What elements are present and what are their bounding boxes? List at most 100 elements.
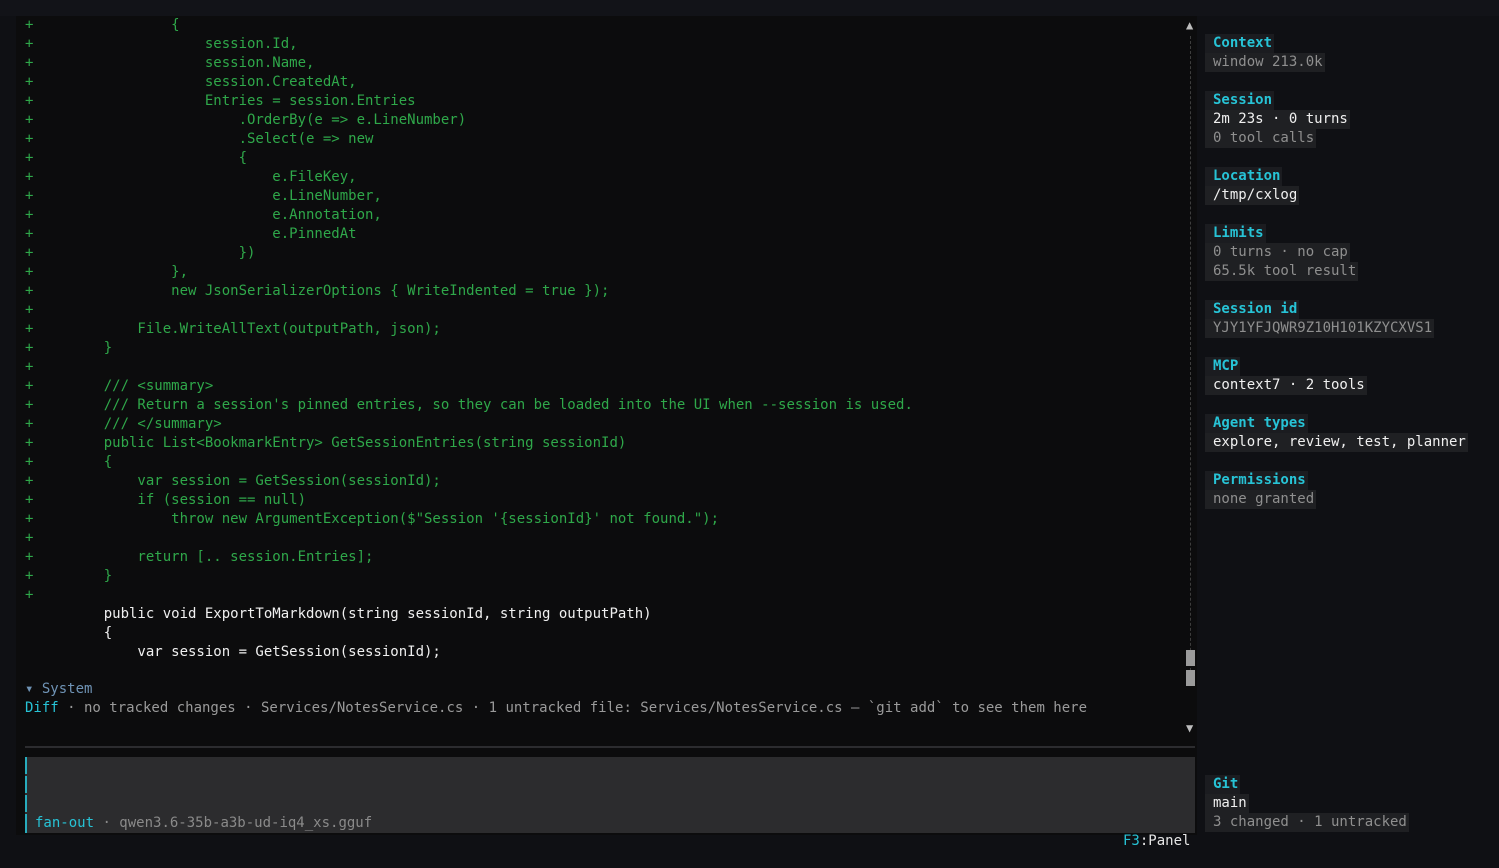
diff-line: + { [25, 453, 1185, 472]
diff-line-text: /// <summary> [70, 378, 214, 394]
diff-line-text: } [70, 568, 113, 584]
diff-line: + [25, 358, 1185, 377]
diff-marker: + [25, 530, 34, 546]
input-separator [25, 746, 1195, 748]
session-id-section: Session id YJY1YFJQWR9Z10H101KZYCXVS1 [1205, 300, 1435, 338]
permissions-section: Permissions none granted [1205, 471, 1317, 509]
diff-line-text: var session = GetSession(sessionId); [70, 644, 441, 660]
diff-marker: + [25, 207, 34, 223]
diff-line: var session = GetSession(sessionId); [25, 643, 1185, 662]
system-section-toggle[interactable]: ▾ System [25, 680, 92, 699]
context-window: window 213.0k [1205, 53, 1325, 72]
diff-line: + .OrderBy(e => e.LineNumber) [25, 111, 1185, 130]
diff-line: { [25, 624, 1185, 643]
diff-line: + e.LineNumber, [25, 187, 1185, 206]
context-title: Context [1205, 34, 1275, 53]
diff-status-line: Diff · no tracked changes · Services/Not… [25, 699, 1087, 718]
git-changes: 3 changed · 1 untracked [1205, 813, 1409, 832]
panel-toggle-key: F3 [1123, 833, 1140, 849]
scrollbar-thumb[interactable] [1186, 670, 1195, 687]
diff-line-text: session.Id, [70, 36, 298, 52]
diff-marker: + [25, 93, 34, 109]
diff-line: + session.Id, [25, 35, 1185, 54]
diff-line-text: new JsonSerializerOptions { WriteIndente… [70, 283, 610, 299]
scroll-up-arrow-icon[interactable]: ▲ [1186, 17, 1193, 33]
diff-marker: + [25, 340, 34, 356]
terminal-app: + {+ session.Id, + session.Name, + session… [0, 0, 1499, 868]
diff-line-text: { [70, 17, 180, 33]
diff-line-text: { [70, 625, 113, 641]
diff-marker: + [25, 378, 34, 394]
diff-line: + [25, 529, 1185, 548]
diff-marker [25, 624, 70, 643]
diff-marker: + [25, 283, 34, 299]
diff-line-text: Entries = session.Entries [70, 93, 416, 109]
diff-line-text: }) [70, 245, 256, 261]
diff-marker: + [25, 264, 34, 280]
session-section: Session 2m 23s · 0 turns 0 tool calls [1205, 91, 1350, 148]
diff-line-text: public List<BookmarkEntry> GetSessionEnt… [70, 435, 627, 451]
session-id-title: Session id [1205, 300, 1300, 319]
session-tool-calls: 0 tool calls [1205, 129, 1317, 148]
diff-line-text: } [70, 340, 113, 356]
diff-line: + public List<BookmarkEntry> GetSessionE… [25, 434, 1185, 453]
diff-marker: + [25, 473, 34, 489]
diff-marker [25, 643, 70, 662]
diff-line: + }) [25, 244, 1185, 263]
main-pane: + {+ session.Id, + session.Name, + session… [16, 16, 1197, 835]
agent-types-section: Agent types explore, review, test, plann… [1205, 414, 1468, 452]
diff-line-text: /// </summary> [70, 416, 222, 432]
scrollbar-track[interactable] [1190, 36, 1192, 686]
permissions-title: Permissions [1205, 471, 1308, 490]
location-section: Location /tmp/cxlog [1205, 167, 1300, 205]
diff-marker: + [25, 492, 34, 508]
agent-types-value: explore, review, test, planner [1205, 433, 1468, 452]
diff-line: + /// <summary> [25, 377, 1185, 396]
mcp-section: MCP context7 · 2 tools [1205, 357, 1367, 395]
limits-section: Limits 0 turns · no cap 65.5k tool resul… [1205, 224, 1359, 281]
side-panel: Context window 213.0k Session 2m 23s · 0… [1205, 0, 1499, 868]
diff-marker: + [25, 188, 34, 204]
session-title: Session [1205, 91, 1275, 110]
diff-line: + throw new ArgumentException($"Session … [25, 510, 1185, 529]
diff-marker: + [25, 302, 34, 318]
diff-code-view: + {+ session.Id, + session.Name, + session… [25, 16, 1185, 662]
permissions-value: none granted [1205, 490, 1317, 509]
diff-line-text: session.CreatedAt, [70, 74, 357, 90]
diff-line: + /// Return a session's pinned entries,… [25, 396, 1185, 415]
diff-line: + new JsonSerializerOptions { WriteInden… [25, 282, 1185, 301]
diff-line-text: return [.. session.Entries]; [70, 549, 374, 565]
limits-title: Limits [1205, 224, 1266, 243]
diff-marker: + [25, 359, 34, 375]
diff-marker: + [25, 397, 34, 413]
mcp-value: context7 · 2 tools [1205, 376, 1367, 395]
diff-line: + var session = GetSession(sessionId); [25, 472, 1185, 491]
session-id-value: YJY1YFJQWR9Z10H101KZYCXVS1 [1205, 319, 1435, 338]
diff-line-text: session.Name, [70, 55, 315, 71]
limits-turns: 0 turns · no cap [1205, 243, 1350, 262]
diff-line: + e.Annotation, [25, 206, 1185, 225]
prompt-input[interactable]: fan-out · qwen3.6-35b-a3b-ud-iq4_xs.gguf [25, 757, 1195, 833]
diff-line: + Entries = session.Entries [25, 92, 1185, 111]
diff-line: + }, [25, 263, 1185, 282]
diff-line-text: public void ExportToMarkdown(string sess… [70, 606, 652, 622]
diff-line-text: var session = GetSession(sessionId); [70, 473, 441, 489]
diff-marker: + [25, 245, 34, 261]
diff-line: + e.PinnedAt [25, 225, 1185, 244]
diff-marker: + [25, 150, 34, 166]
limits-tool-result: 65.5k tool result [1205, 262, 1359, 281]
diff-marker: + [25, 454, 34, 470]
diff-line: public void ExportToMarkdown(string sess… [25, 605, 1185, 624]
diff-line: + } [25, 339, 1185, 358]
panel-toggle-hint[interactable]: F3:Panel [1123, 832, 1190, 851]
git-section: Git main 3 changed · 1 untracked [1205, 775, 1409, 832]
diff-line: + [25, 586, 1185, 605]
diff-line-text: e.Annotation, [70, 207, 382, 223]
diff-line-text: e.FileKey, [70, 169, 357, 185]
diff-marker: + [25, 74, 34, 90]
scrollbar-thumb[interactable] [1186, 650, 1195, 667]
diff-label: Diff [25, 700, 59, 716]
diff-status-text: · no tracked changes · Services/NotesSer… [58, 700, 1088, 716]
diff-marker: + [25, 568, 34, 584]
scroll-down-arrow-icon[interactable]: ▼ [1186, 720, 1193, 736]
